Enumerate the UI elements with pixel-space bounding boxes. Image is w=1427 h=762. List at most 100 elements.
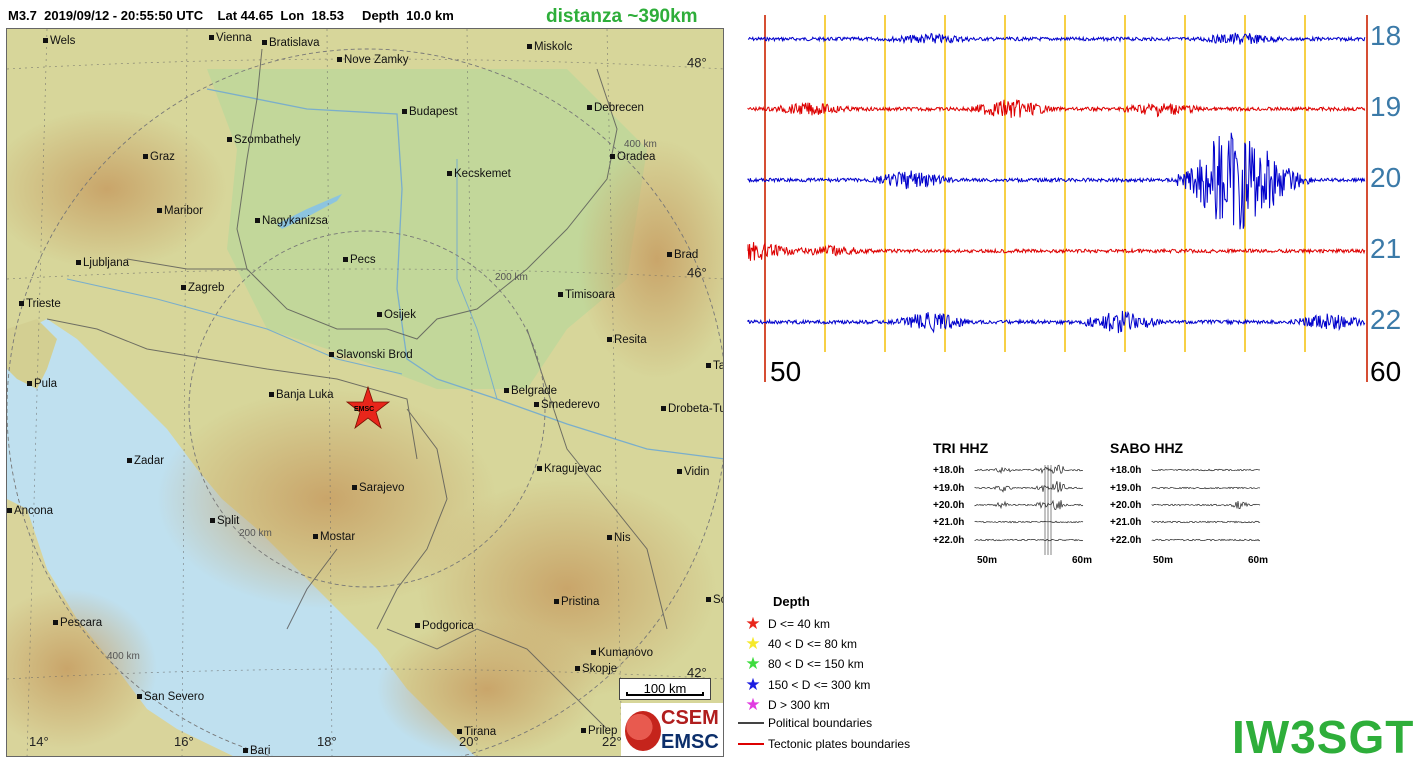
city-label: Ta	[706, 360, 723, 372]
city-label: Pecs	[343, 254, 376, 266]
city-label: So	[706, 594, 723, 606]
city-label: Nagykanizsa	[255, 215, 328, 227]
station-trace	[1151, 468, 1261, 472]
scale-bar: 100 km	[619, 678, 711, 700]
legend-item: ★ D <= 40 km	[738, 614, 830, 634]
hour-label: 20	[1370, 162, 1402, 193]
event-details: M3.7 2019/09/12 - 20:55:50 UTC Lat 44.65…	[8, 8, 454, 23]
longitude-label: 18°	[317, 734, 337, 749]
city-label: Kragujevac	[537, 463, 602, 475]
city-label: Pristina	[554, 596, 599, 608]
event-header: M3.7 2019/09/12 - 20:55:50 UTC Lat 44.65…	[6, 4, 726, 28]
star-icon: ★	[745, 695, 761, 714]
station-trace	[974, 481, 1084, 493]
station-trace	[1151, 500, 1261, 510]
station-callsign: IW3SGT	[1232, 711, 1415, 762]
longitude-label: 22°	[602, 734, 622, 749]
globe-icon	[625, 711, 661, 751]
logo-text-bottom: EMSC	[661, 731, 719, 753]
city-label: Kecskemet	[447, 168, 511, 180]
hour-label: 22	[1370, 304, 1402, 335]
city-label: Skopje	[575, 663, 617, 675]
station-axis-end: 60m	[1072, 555, 1093, 566]
map-legend: Depth ★ D <= 40 km ★ 40 < D <= 80 km ★ 80 <…	[738, 594, 978, 759]
city-label: Resita	[607, 334, 647, 346]
city-label: Budapest	[402, 106, 458, 118]
boundary-line-icon	[738, 743, 764, 745]
legend-item: ★ 150 < D <= 300 km	[738, 675, 870, 695]
station-trace	[1151, 486, 1261, 490]
longitude-label: 20°	[459, 734, 479, 749]
epicenter-label: EMSC	[354, 406, 375, 413]
city-label: Nis	[607, 532, 631, 544]
city-label: Belgrade	[504, 385, 557, 397]
legend-item: ★ D > 300 km	[738, 695, 829, 715]
latitude-label: 46°	[687, 265, 707, 280]
star-icon: ★	[745, 634, 761, 653]
city-label: Split	[210, 515, 239, 527]
city-label: Banja Luka	[269, 389, 334, 401]
emsc-logo[interactable]: CSEM EMSC	[621, 703, 723, 756]
city-label: San Severo	[137, 691, 204, 703]
longitude-label: 16°	[174, 734, 194, 749]
star-icon: ★	[745, 675, 761, 694]
boundary-line-icon	[738, 722, 764, 724]
city-label: Vidin	[677, 466, 709, 478]
seismic-trace	[747, 241, 1366, 261]
station-tri: TRI HHZ +18.0h +19.0h +20.0h +21.0h +22.…	[933, 440, 1103, 570]
hour-label: 18	[1370, 20, 1402, 51]
legend-item: ★ 40 < D <= 80 km	[738, 634, 857, 654]
seismic-trace	[747, 32, 1366, 45]
city-label: Maribor	[157, 205, 203, 217]
logo-text-top: CSEM	[661, 707, 719, 729]
city-label: Bratislava	[262, 37, 320, 49]
legend-item: Tectonic plates boundaries	[738, 737, 910, 757]
seismic-trace	[747, 310, 1366, 334]
station-trace	[974, 464, 1084, 475]
city-label: Debrecen	[587, 102, 644, 114]
helicorder-panel: 18 19 20 21 22 50 60	[740, 0, 1427, 400]
station-axis-start: 50m	[1153, 555, 1174, 566]
city-label: Ljubljana	[76, 257, 129, 269]
hour-label: 19	[1370, 91, 1402, 122]
end-minute-label: 60	[1370, 356, 1402, 387]
hour-label: 21	[1370, 233, 1402, 264]
station-sabo: SABO HHZ +18.0h +19.0h +20.0h +21.0h +22…	[1110, 440, 1280, 570]
city-label: Miskolc	[527, 41, 572, 53]
ring-distance-label: 200 km	[495, 272, 528, 283]
city-label: Brad	[667, 249, 698, 261]
star-icon: ★	[745, 654, 761, 673]
city-label: Kumanovo	[591, 647, 653, 659]
legend-item: Political boundaries	[738, 716, 872, 736]
seismic-trace	[747, 99, 1366, 118]
city-label: Vienna	[209, 32, 252, 44]
station-traces	[974, 464, 1084, 555]
latitude-label: 48°	[687, 55, 707, 70]
start-minute-label: 50	[770, 356, 802, 387]
seismic-trace	[747, 132, 1366, 230]
city-label: Pula	[27, 378, 57, 390]
city-label: Wels	[43, 35, 75, 47]
city-label: Zadar	[127, 455, 164, 467]
station-trace	[974, 538, 1084, 542]
legend-item: ★ 80 < D <= 150 km	[738, 654, 863, 674]
city-label: Szombathely	[227, 134, 300, 146]
station-axis-end: 60m	[1248, 555, 1269, 566]
city-label: Zagreb	[181, 282, 224, 294]
city-label: Mostar	[313, 531, 355, 543]
city-label: Smederevo	[534, 399, 600, 411]
city-label: Osijek	[377, 309, 416, 321]
ring-distance-label: 400 km	[624, 139, 657, 150]
city-label: Slavonski Brod	[329, 349, 413, 361]
epicenter-map[interactable]: Wels Vienna Bratislava Nove Zamky Miskol…	[6, 28, 724, 757]
city-label: Graz	[143, 151, 175, 163]
city-label: Ancona	[7, 505, 53, 517]
city-label: Drobeta-Tu	[661, 403, 723, 415]
city-label: Bari	[243, 745, 270, 756]
city-label: Oradea	[610, 151, 655, 163]
city-label: Timisoara	[558, 289, 615, 301]
legend-title: Depth	[773, 594, 810, 609]
distance-label: distanza ~390km	[546, 6, 698, 27]
star-icon: ★	[745, 614, 761, 633]
longitude-label: 14°	[29, 734, 49, 749]
